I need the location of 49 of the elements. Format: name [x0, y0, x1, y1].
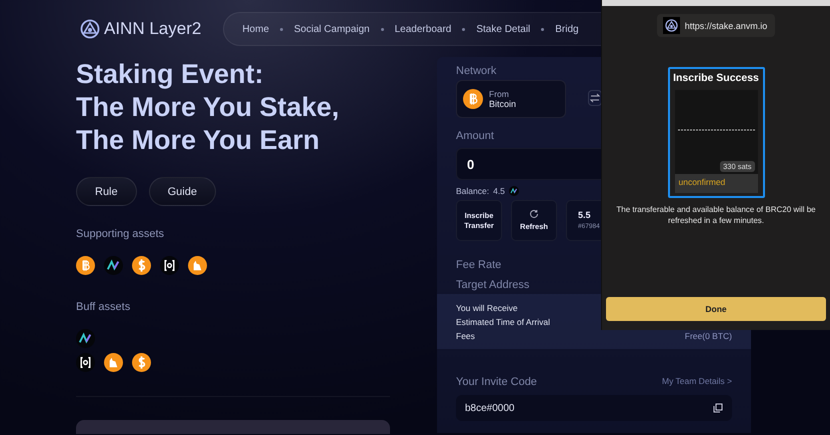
summary-value: Free(0 BTC) [684, 331, 732, 341]
swap-icon [590, 92, 600, 102]
nav-link[interactable]: Stake Detail [476, 24, 530, 34]
refresh-icon [529, 209, 539, 219]
dollar-coin-icon [132, 353, 151, 372]
bitcoin-icon [463, 89, 483, 109]
status-text: unconfirmed [674, 174, 758, 193]
balance-label: Balance: [456, 186, 490, 196]
field-label: Your Invite Code [456, 376, 537, 388]
zigzag-logo-icon [76, 329, 95, 348]
hero-button[interactable]: Rule [76, 177, 137, 206]
field-label: Amount [456, 130, 495, 142]
summary-label: You will Receive [456, 303, 518, 313]
nav-link[interactable]: Bridg [555, 24, 579, 34]
copy-icon[interactable] [713, 403, 723, 413]
from-caption: From [489, 89, 510, 99]
logo-text: AINN Layer2 [104, 19, 202, 39]
nav-link[interactable]: Leaderboard [394, 24, 452, 34]
section-label: Supporting assets [76, 228, 166, 240]
field-label: Network [456, 65, 498, 77]
bracket-coin-icon [76, 353, 95, 372]
triangle-logo-icon [664, 19, 678, 32]
invite-code: b8ce#0000 [465, 402, 514, 414]
inscription-line-icon [678, 129, 754, 131]
network-selector[interactable]: From Bitcoin [456, 80, 566, 118]
dialog-title: Inscribe Success [673, 72, 759, 84]
triangle-logo-icon [80, 19, 100, 39]
zigzag-logo-icon [104, 256, 123, 275]
site-url: https://stake.anvm.io [684, 20, 768, 30]
field-label: Fee Rate [456, 259, 502, 271]
invite-code-field[interactable]: b8ce#0000 [456, 395, 732, 421]
swap-button[interactable] [588, 90, 602, 106]
summary-label: Fees [456, 331, 475, 341]
zigzag-logo-icon [508, 186, 519, 196]
hero-title: Staking Event: The More You Stake, The More You Earn [76, 58, 340, 157]
hero-button[interactable]: Guide [148, 177, 216, 206]
inscription-amount: 5.5 [578, 210, 592, 220]
section-label: Buff assets [76, 301, 132, 313]
dollar-coin-icon [132, 256, 151, 275]
field-label: Target Address [456, 279, 530, 291]
balance-value: 4.5 [493, 186, 505, 196]
network-name: Bitcoin [489, 99, 516, 109]
bracket-coin-icon [160, 256, 179, 275]
team-details-link[interactable]: My Team Details > [662, 376, 732, 388]
nav-link[interactable]: Home [242, 24, 270, 34]
bitcoin-icon [76, 256, 95, 275]
nav-link[interactable]: Social Campaign [294, 24, 370, 34]
done-button[interactable]: Done [606, 297, 826, 321]
summary-label: Estimated Time of Arrival [456, 317, 550, 327]
